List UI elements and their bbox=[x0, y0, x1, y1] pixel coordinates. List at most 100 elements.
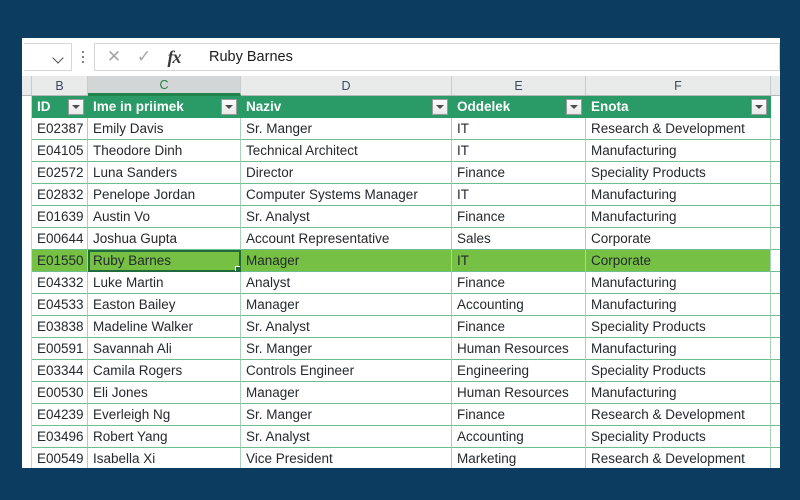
table-row[interactable]: E04105 Theodore Dinh Technical Architect IT… bbox=[22, 140, 780, 162]
cell-dept[interactable]: Engineering bbox=[452, 360, 586, 382]
cell-title[interactable]: Sr. Manger bbox=[241, 118, 452, 140]
empty-cell[interactable] bbox=[771, 426, 780, 448]
cell-title[interactable]: Sr. Manger bbox=[241, 404, 452, 426]
cell-title[interactable]: Sr. Analyst bbox=[241, 426, 452, 448]
cell-unit[interactable]: Manufacturing bbox=[586, 184, 771, 206]
cell-unit[interactable]: Manufacturing bbox=[586, 382, 771, 404]
cell-id[interactable]: E04533 bbox=[32, 294, 88, 316]
cell-dept[interactable]: Finance bbox=[452, 316, 586, 338]
cell-id[interactable]: E03344 bbox=[32, 360, 88, 382]
cell-dept[interactable]: Marketing bbox=[452, 448, 586, 468]
cell-name[interactable]: Emily Davis bbox=[88, 118, 241, 140]
column-header-c[interactable]: C bbox=[88, 76, 241, 96]
cell-id[interactable]: E03838 bbox=[32, 316, 88, 338]
column-title-naziv[interactable]: Naziv bbox=[241, 96, 452, 118]
filter-dropdown-icon[interactable] bbox=[432, 98, 448, 115]
filter-dropdown-icon[interactable] bbox=[751, 98, 767, 115]
cell-dept[interactable]: Sales bbox=[452, 228, 586, 250]
cell-id[interactable]: E01550 bbox=[32, 250, 88, 272]
name-box[interactable] bbox=[24, 43, 72, 71]
cell-dept[interactable]: Finance bbox=[452, 162, 586, 184]
empty-cell[interactable] bbox=[771, 250, 780, 272]
table-row[interactable]: E04533 Easton Bailey Manager Accounting Manu… bbox=[22, 294, 780, 316]
empty-cell[interactable] bbox=[771, 184, 780, 206]
column-header-f[interactable]: F bbox=[586, 76, 771, 95]
empty-cell[interactable] bbox=[771, 118, 780, 140]
table-row[interactable]: E02832 Penelope Jordan Computer Systems Ma… bbox=[22, 184, 780, 206]
cell-dept[interactable]: Finance bbox=[452, 206, 586, 228]
cell-unit[interactable]: Research & Development bbox=[586, 118, 771, 140]
cell-name[interactable]: Everleigh Ng bbox=[88, 404, 241, 426]
cell-title[interactable]: Account Representative bbox=[241, 228, 452, 250]
table-row[interactable]: E01639 Austin Vo Sr. Analyst Finance Manufac… bbox=[22, 206, 780, 228]
cell-id[interactable]: E02832 bbox=[32, 184, 88, 206]
table-row[interactable]: E04332 Luke Martin Analyst Finance Manufactu… bbox=[22, 272, 780, 294]
cell-id[interactable]: E00549 bbox=[32, 448, 88, 468]
cell-title[interactable]: Manager bbox=[241, 294, 452, 316]
cell-title[interactable]: Vice President bbox=[241, 448, 452, 468]
cell-name[interactable]: Theodore Dinh bbox=[88, 140, 241, 162]
empty-cell[interactable] bbox=[771, 96, 780, 118]
cell-id[interactable]: E02572 bbox=[32, 162, 88, 184]
cell-name[interactable]: Savannah Ali bbox=[88, 338, 241, 360]
cell-name[interactable]: Joshua Gupta bbox=[88, 228, 241, 250]
empty-cell[interactable] bbox=[771, 338, 780, 360]
cell-unit[interactable]: Manufacturing bbox=[586, 206, 771, 228]
cell-dept[interactable]: Finance bbox=[452, 272, 586, 294]
cell-id[interactable]: E04105 bbox=[32, 140, 88, 162]
empty-cell[interactable] bbox=[771, 228, 780, 250]
column-header-g[interactable] bbox=[771, 76, 780, 95]
column-title-enota[interactable]: Enota bbox=[586, 96, 771, 118]
cell-id[interactable]: E01639 bbox=[32, 206, 88, 228]
cell-name[interactable]: Robert Yang bbox=[88, 426, 241, 448]
cell-dept[interactable]: Human Resources bbox=[452, 382, 586, 404]
column-title-ime-in-priimek[interactable]: Ime in priimek bbox=[88, 96, 241, 118]
empty-cell[interactable] bbox=[771, 272, 780, 294]
cell-name[interactable]: Ruby Barnes bbox=[88, 250, 241, 272]
table-row[interactable]: E04239 Everleigh Ng Sr. Manger Finance Resea… bbox=[22, 404, 780, 426]
cell-title[interactable]: Controls Engineer bbox=[241, 360, 452, 382]
insert-function-icon[interactable]: fx bbox=[159, 44, 189, 70]
cell-title[interactable]: Director bbox=[241, 162, 452, 184]
cell-unit[interactable]: Research & Development bbox=[586, 404, 771, 426]
table-row[interactable]: E03344 Camila Rogers Controls Engineer Engi… bbox=[22, 360, 780, 382]
table-row[interactable]: E00591 Savannah Ali Sr. Manger Human Resour… bbox=[22, 338, 780, 360]
cell-unit[interactable]: Corporate bbox=[586, 250, 771, 272]
cell-dept[interactable]: Human Resources bbox=[452, 338, 586, 360]
chevron-down-icon[interactable] bbox=[53, 54, 64, 61]
enter-icon[interactable]: ✓ bbox=[129, 44, 159, 70]
cell-title[interactable]: Computer Systems Manager bbox=[241, 184, 452, 206]
cell-unit[interactable]: Speciality Products bbox=[586, 426, 771, 448]
cell-id[interactable]: E04332 bbox=[32, 272, 88, 294]
table-row[interactable]: E00644 Joshua Gupta Account Representative… bbox=[22, 228, 780, 250]
cell-dept[interactable]: IT bbox=[452, 118, 586, 140]
cell-unit[interactable]: Speciality Products bbox=[586, 316, 771, 338]
cell-title[interactable]: Sr. Analyst bbox=[241, 206, 452, 228]
cell-unit[interactable]: Manufacturing bbox=[586, 294, 771, 316]
table-row[interactable]: E02387 Emily Davis Sr. Manger IT Research & … bbox=[22, 118, 780, 140]
cell-id[interactable]: E04239 bbox=[32, 404, 88, 426]
column-title-id[interactable]: ID bbox=[32, 96, 88, 118]
cell-unit[interactable]: Manufacturing bbox=[586, 140, 771, 162]
filter-dropdown-icon[interactable] bbox=[566, 98, 582, 115]
cell-name[interactable]: Luna Sanders bbox=[88, 162, 241, 184]
cell-id[interactable]: E02387 bbox=[32, 118, 88, 140]
empty-cell[interactable] bbox=[771, 360, 780, 382]
cell-unit[interactable]: Research & Development bbox=[586, 448, 771, 468]
cell-unit[interactable]: Speciality Products bbox=[586, 162, 771, 184]
cell-name[interactable]: Camila Rogers bbox=[88, 360, 241, 382]
cell-unit[interactable]: Corporate bbox=[586, 228, 771, 250]
empty-cell[interactable] bbox=[771, 316, 780, 338]
cell-name[interactable]: Easton Bailey bbox=[88, 294, 241, 316]
cell-id[interactable]: E00591 bbox=[32, 338, 88, 360]
cell-dept[interactable]: Accounting bbox=[452, 426, 586, 448]
cell-id[interactable]: E00530 bbox=[32, 382, 88, 404]
cell-title[interactable]: Sr. Analyst bbox=[241, 316, 452, 338]
cancel-icon[interactable]: ✕ bbox=[99, 44, 129, 70]
table-row[interactable]: E02572 Luna Sanders Director Finance Special… bbox=[22, 162, 780, 184]
column-header-e[interactable]: E bbox=[452, 76, 586, 95]
cell-dept[interactable]: Accounting bbox=[452, 294, 586, 316]
cell-title[interactable]: Sr. Manger bbox=[241, 338, 452, 360]
cell-title[interactable]: Manager bbox=[241, 382, 452, 404]
cell-name[interactable]: Penelope Jordan bbox=[88, 184, 241, 206]
